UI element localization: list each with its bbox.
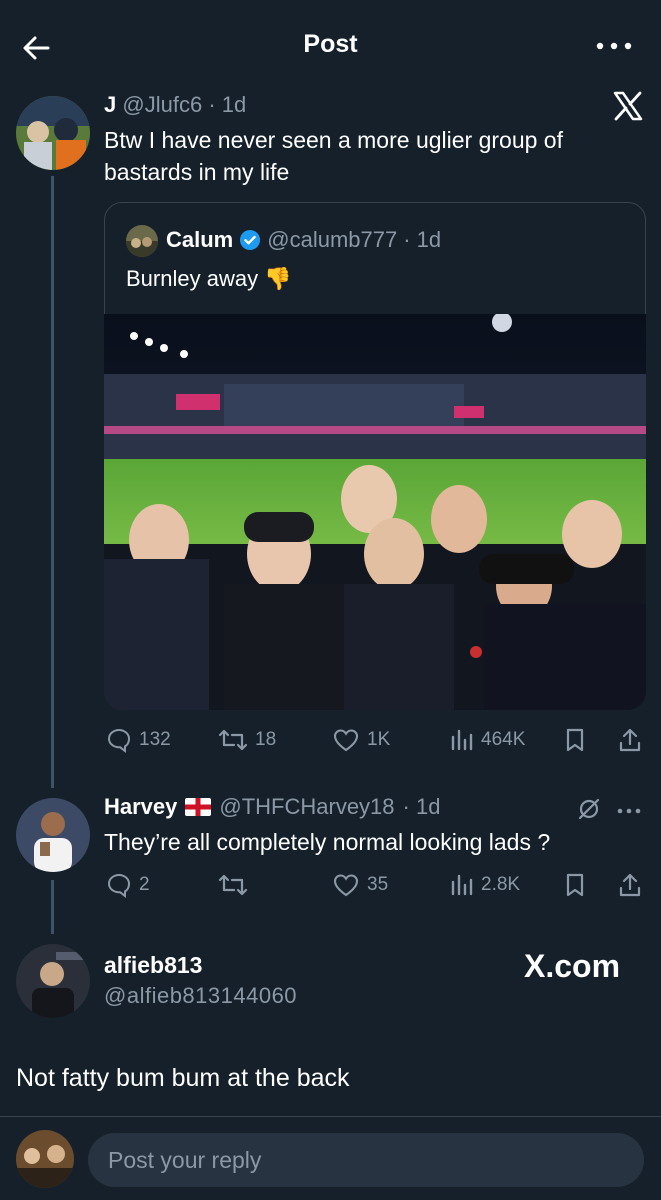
thread-line [51,176,54,788]
reply-share-button[interactable] [618,872,642,903]
quoted-post-text: Burnley away [126,266,259,291]
analytics-icon [451,874,473,896]
author-handle[interactable]: @Jlufc6 [122,92,202,117]
quoted-avatar[interactable] [126,225,158,257]
analytics-icon [451,729,473,751]
bookmark-icon [566,873,584,897]
more-horizontal-icon [617,808,641,814]
x-logo-icon [612,90,644,122]
avatar[interactable] [16,96,90,170]
comment-icon [107,873,131,898]
more-options-button[interactable] [594,38,634,54]
divider [0,1116,661,1117]
comment-icon [107,728,131,753]
views-button[interactable]: 464K [450,727,525,753]
reply-author-name[interactable]: Harvey [104,794,177,820]
reply-more-button[interactable] [616,803,642,814]
quoted-author-handle[interactable]: @calumb777 [267,227,397,253]
heart-icon [333,729,359,752]
reply-count-button[interactable]: 132 [106,727,171,753]
repost-icon [218,729,248,751]
quoted-author-name[interactable]: Calum [166,227,233,253]
stadium-photo[interactable] [104,314,646,710]
reply-author-handle[interactable]: @THFCHarvey18 [219,794,394,820]
reply-avatar[interactable] [16,798,90,872]
embed-user-handle[interactable]: @alfieb813144060 [104,983,297,1009]
share-icon [619,873,641,897]
england-flag-icon [185,798,212,816]
reply-count: 132 [139,729,171,750]
current-user-avatar[interactable] [16,1130,74,1188]
grok-icon[interactable] [576,796,602,822]
like-button[interactable]: 1K [332,727,390,753]
reply-view-count: 2.8K [481,874,521,895]
reply-repost-button[interactable] [218,872,248,898]
reply-like-count: 35 [367,874,389,895]
verified-badge-icon [240,230,261,250]
post-text: Btw I have never seen a more uglier grou… [104,127,563,185]
thread-line-2 [51,880,54,934]
reply-reply-count: 2 [139,874,150,895]
reply-like-button[interactable]: 35 [332,872,388,898]
share-button[interactable] [618,727,642,758]
post-time: · 1d [208,92,247,117]
embed-user-avatar[interactable] [16,944,90,1018]
x-com-watermark: X.com [524,948,621,984]
reply-reply-button[interactable]: 2 [106,872,150,898]
heart-icon [333,874,359,897]
embed-user-name[interactable]: alfieb813 [104,952,202,979]
more-horizontal-icon [596,42,632,50]
thumbs-down-emoji: 👎 [264,266,292,291]
reply-bookmark-button[interactable] [564,872,586,903]
view-count: 464K [481,729,526,750]
page-title: Post [303,30,358,58]
comment-text: Not fatty bum bum at the back [16,1064,350,1092]
reply-input[interactable]: Post your reply [88,1133,644,1187]
repost-count: 18 [255,729,277,750]
bookmark-icon [566,728,584,752]
repost-icon [218,874,248,896]
bookmark-button[interactable] [564,727,586,758]
reply-time: · 1d [402,794,441,819]
like-count: 1K [367,729,391,750]
reply-text: They’re all completely normal looking la… [104,829,551,855]
reply-views-button[interactable]: 2.8K [450,872,520,898]
share-icon [619,728,641,752]
author-name[interactable]: J [104,92,116,117]
reply-input-placeholder: Post your reply [108,1147,262,1173]
quoted-post-time: · 1d [403,227,442,252]
repost-button[interactable]: 18 [218,727,276,753]
